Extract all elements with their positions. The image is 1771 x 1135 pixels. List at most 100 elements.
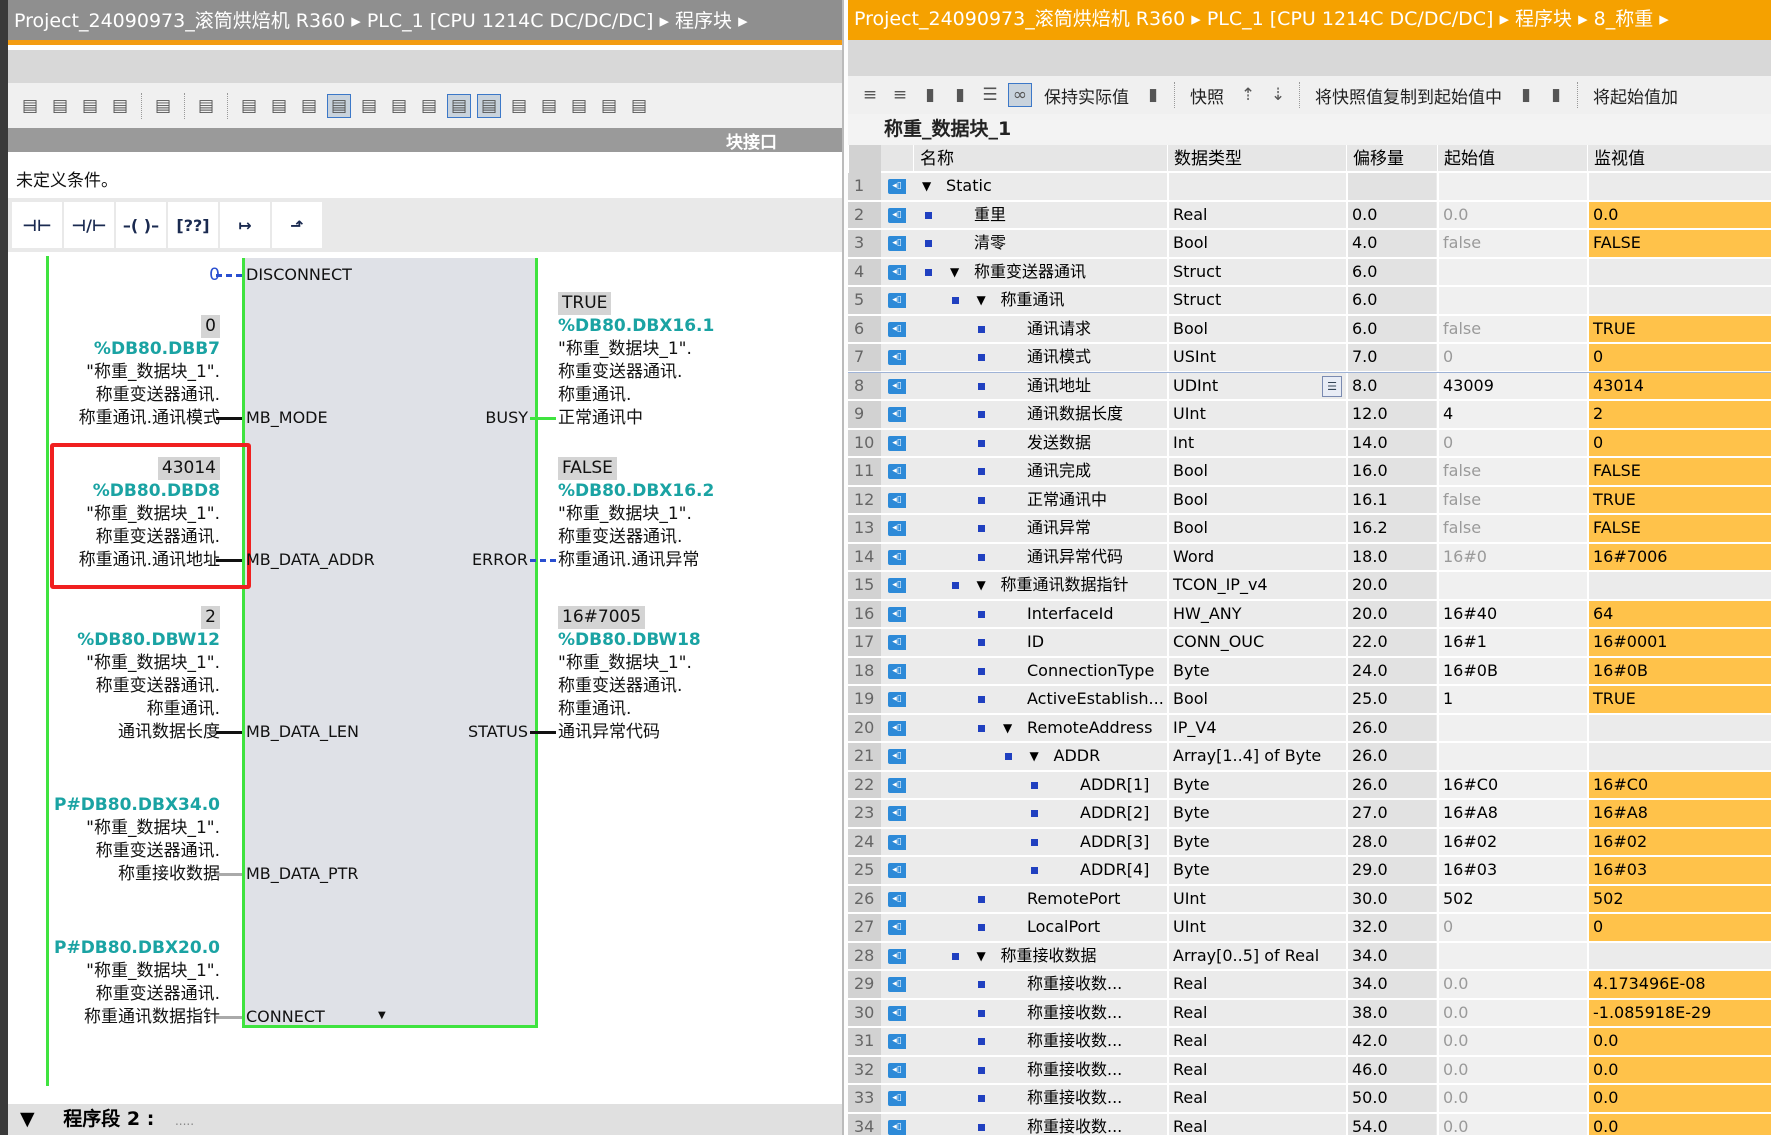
element-name[interactable]: 通讯异常 bbox=[1027, 515, 1091, 542]
start-value[interactable]: 0 bbox=[1437, 344, 1587, 371]
data-type[interactable]: Real bbox=[1167, 999, 1345, 1026]
input-operand[interactable]: P#DB80.DBX20.0 "称重_数据块_1". 称重变送器通讯. 称重通讯数据指… bbox=[54, 937, 220, 1029]
start-value[interactable]: 16#0 bbox=[1437, 543, 1587, 570]
data-type[interactable]: UDInt bbox=[1167, 372, 1345, 399]
table-row[interactable]: 2 ◂▯ 重里 Real 0.0 0.0 0.0 bbox=[848, 201, 1771, 230]
start-value[interactable]: 16#1 bbox=[1437, 629, 1587, 656]
table-row[interactable]: 15 ◂▯ ▼ 称重通讯数据指针 TCON_IP_v4 20.0 bbox=[848, 572, 1771, 601]
table-row[interactable]: 6 ◂▯ 通讯请求 Bool 6.0 false TRUE bbox=[848, 315, 1771, 344]
element-name[interactable]: ADDR[4] bbox=[1080, 857, 1149, 884]
data-type[interactable]: Byte bbox=[1167, 657, 1345, 684]
empty-box-icon[interactable]: [??] bbox=[168, 202, 218, 248]
element-name[interactable]: 通讯异常代码 bbox=[1027, 544, 1123, 571]
element-name[interactable]: 清零 bbox=[974, 230, 1006, 257]
start-value[interactable]: 502 bbox=[1437, 885, 1587, 912]
data-type[interactable]: Byte bbox=[1167, 800, 1345, 827]
element-name[interactable]: 称重通讯数据指针 bbox=[1001, 572, 1129, 599]
expand-block-icon[interactable]: ▼ bbox=[378, 1010, 386, 1021]
element-name[interactable]: Static bbox=[946, 173, 992, 200]
table-row[interactable]: 1 ◂▯ ▼ Static bbox=[848, 173, 1771, 202]
output-operand[interactable]: TRUE %DB80.DBX16.1 "称重_数据块_1". 称重变送器通讯. 称重通讯… bbox=[558, 292, 714, 430]
insert-row-icon[interactable]: ▤ bbox=[78, 94, 102, 118]
table-row[interactable]: 8 ◂▯ 通讯地址 UDInt ☰ 8.0 43009 43014 bbox=[848, 371, 1771, 402]
header-monitor[interactable]: 监视值 bbox=[1587, 145, 1771, 173]
data-type[interactable]: Real bbox=[1167, 971, 1345, 998]
start-value[interactable]: 0.0 bbox=[1437, 1085, 1587, 1112]
comment-icon[interactable]: ▤ bbox=[327, 93, 351, 118]
jump-prev-error-icon[interactable]: ▤ bbox=[507, 94, 531, 118]
data-type[interactable]: USInt bbox=[1167, 344, 1345, 371]
element-name[interactable]: 称重接收数... bbox=[1027, 1000, 1122, 1027]
element-name[interactable]: 重里 bbox=[974, 202, 1006, 229]
settings-columns-icon[interactable]: ☰ bbox=[978, 83, 1002, 107]
data-type[interactable]: IP_V4 bbox=[1167, 714, 1345, 741]
start-value[interactable] bbox=[1437, 714, 1587, 741]
list-icon[interactable]: ▤ bbox=[447, 93, 471, 118]
data-type[interactable]: Real bbox=[1167, 1028, 1345, 1055]
start-value[interactable]: 16#0B bbox=[1437, 657, 1587, 684]
download-icon[interactable]: ▤ bbox=[627, 94, 651, 118]
expand-arrow-icon[interactable]: ▼ bbox=[950, 259, 959, 286]
data-type[interactable]: Array[0..5] of Real bbox=[1167, 942, 1345, 969]
table-row[interactable]: 10 ◂▯ 发送数据 Int 14.0 0 0 bbox=[848, 429, 1771, 458]
element-name[interactable]: InterfaceId bbox=[1027, 601, 1114, 628]
element-name[interactable]: 称重接收数... bbox=[1027, 1028, 1122, 1055]
table-row[interactable]: 9 ◂▯ 通讯数据长度 UInt 12.0 4 2 bbox=[848, 401, 1771, 430]
display-comments-icon[interactable]: ▤ bbox=[387, 94, 411, 118]
add-row-icon[interactable]: ≡ bbox=[888, 83, 912, 107]
close-branch-icon[interactable]: ⬏ bbox=[272, 202, 322, 248]
table-row[interactable]: 13 ◂▯ 通讯异常 Bool 16.2 false FALSE bbox=[848, 515, 1771, 544]
data-type[interactable]: Bool bbox=[1167, 230, 1345, 257]
copy-snapshot-to-start-button[interactable]: 将快照值复制到起始值中 bbox=[1309, 83, 1508, 108]
data-type[interactable]: Bool bbox=[1167, 515, 1345, 542]
jump-next-error-icon[interactable]: ▤ bbox=[537, 94, 561, 118]
display-tags-icon[interactable]: ▤ bbox=[357, 94, 381, 118]
start-value[interactable] bbox=[1437, 743, 1587, 770]
data-type[interactable]: UInt bbox=[1167, 914, 1345, 941]
start-value[interactable]: 1 bbox=[1437, 686, 1587, 713]
data-type[interactable]: UInt bbox=[1167, 885, 1345, 912]
table-row[interactable]: 23 ◂▯ ADDR[2] Byte 27.0 16#A8 16#A8 bbox=[848, 800, 1771, 829]
start-value[interactable]: 0.0 bbox=[1437, 1056, 1587, 1083]
add-row-icon[interactable]: ▤ bbox=[108, 94, 132, 118]
snapshot-button[interactable]: 快照 bbox=[1184, 83, 1230, 108]
delete-network-icon[interactable]: ▤ bbox=[48, 94, 72, 118]
table-row[interactable]: 5 ◂▯ ▼ 称重通讯 Struct 6.0 bbox=[848, 287, 1771, 316]
data-type[interactable]: Real bbox=[1167, 1113, 1345, 1135]
load-start-values-button[interactable]: 将起始值加 bbox=[1587, 83, 1684, 108]
table-row[interactable]: 4 ◂▯ ▼ 称重变送器通讯 Struct 6.0 bbox=[848, 258, 1771, 287]
block-interface-bar[interactable]: 块接口 bbox=[8, 128, 842, 153]
table-row[interactable]: 22 ◂▯ ADDR[1] Byte 26.0 16#C0 16#C0 bbox=[848, 771, 1771, 800]
block-interface-icon[interactable]: ▤ bbox=[477, 93, 501, 118]
element-name[interactable]: 称重变送器通讯 bbox=[974, 259, 1086, 286]
data-type[interactable] bbox=[1167, 173, 1345, 200]
start-value[interactable]: false bbox=[1437, 315, 1587, 342]
header-type[interactable]: 数据类型 bbox=[1167, 145, 1346, 173]
element-name[interactable]: 通讯完成 bbox=[1027, 458, 1091, 485]
symbol-info-icon[interactable]: ▤ bbox=[417, 94, 441, 118]
table-row[interactable]: 21 ◂▯ ▼ ADDR Array[1..4] of Byte 26.0 bbox=[848, 743, 1771, 772]
table-row[interactable]: 28 ◂▯ ▼ 称重接收数据 Array[0..5] of Real 34.0 bbox=[848, 942, 1771, 971]
snapshot-download-icon[interactable]: ⇣ bbox=[1266, 83, 1290, 107]
start-value[interactable]: false bbox=[1437, 458, 1587, 485]
start-value[interactable]: 16#02 bbox=[1437, 828, 1587, 855]
load-snapshot-icon[interactable]: ▮ bbox=[1544, 83, 1568, 107]
start-value[interactable]: 16#03 bbox=[1437, 857, 1587, 884]
favorites-bar-icon[interactable]: ▤ bbox=[297, 94, 321, 118]
start-value[interactable] bbox=[1437, 173, 1587, 200]
start-value[interactable]: 16#C0 bbox=[1437, 771, 1587, 798]
table-row[interactable]: 18 ◂▯ ConnectionType Byte 24.0 16#0B 16#0B bbox=[848, 657, 1771, 686]
data-type[interactable]: HW_ANY bbox=[1167, 600, 1345, 627]
mb-client-block[interactable] bbox=[242, 258, 538, 1028]
monitor-icon[interactable]: ▤ bbox=[567, 94, 591, 118]
table-row[interactable]: 31 ◂▯ 称重接收数... Real 42.0 0.0 0.0 bbox=[848, 1028, 1771, 1057]
element-name[interactable]: ADDR[2] bbox=[1080, 800, 1149, 827]
data-type[interactable]: Array[1..4] of Byte bbox=[1167, 743, 1345, 770]
element-name[interactable]: ADDR[1] bbox=[1080, 772, 1149, 799]
data-type[interactable]: Bool bbox=[1167, 458, 1345, 485]
element-name[interactable]: 通讯请求 bbox=[1027, 316, 1091, 343]
input-operand[interactable]: 2 %DB80.DBW12 "称重_数据块_1". 称重变送器通讯. 称重通讯. 通讯数据… bbox=[77, 606, 220, 744]
expand-arrow-icon[interactable]: ▼ bbox=[1003, 715, 1012, 742]
table-row[interactable]: 26 ◂▯ RemotePort UInt 30.0 502 502 bbox=[848, 885, 1771, 914]
table-row[interactable]: 7 ◂▯ 通讯模式 USInt 7.0 0 0 bbox=[848, 344, 1771, 373]
